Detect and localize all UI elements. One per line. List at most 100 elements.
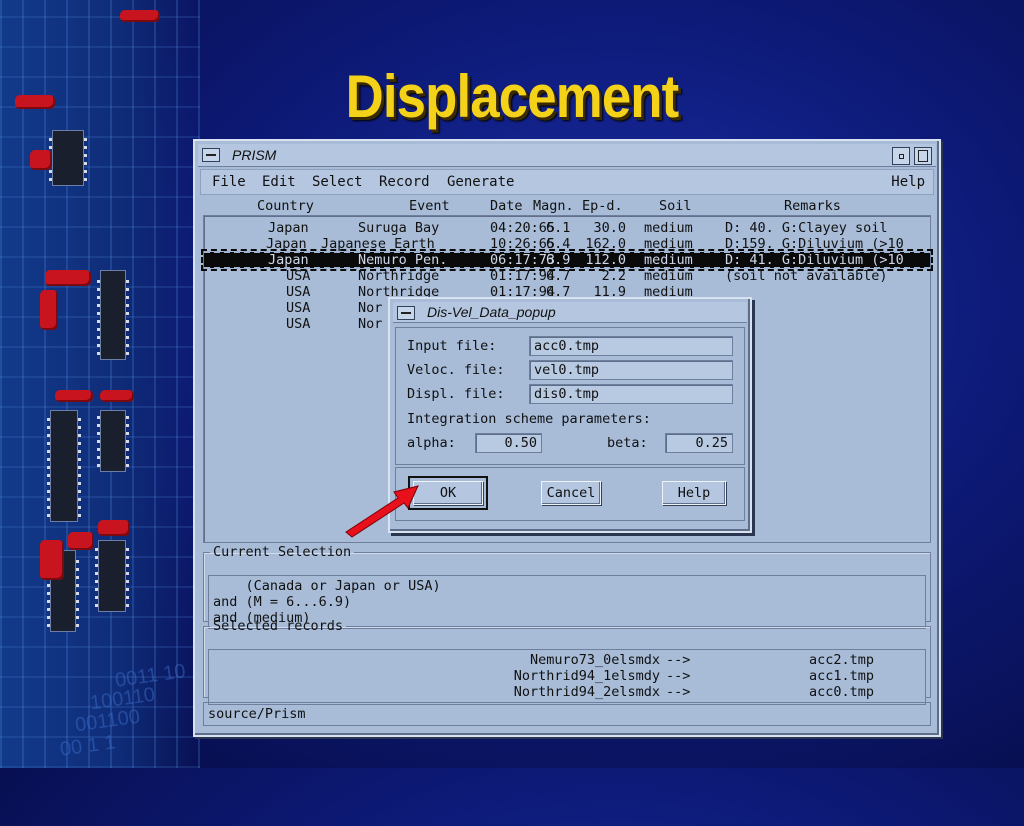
cell-date: 06:17:73 (490, 252, 556, 268)
record-file: acc2.tmp (809, 652, 875, 668)
popup-body: Input file: acc0.tmp Veloc. file: vel0.t… (395, 327, 745, 465)
menu-select[interactable]: Select (312, 174, 363, 190)
cell-country: Japan (268, 252, 309, 268)
menu-help[interactable]: Help (891, 174, 925, 190)
selected-records-group: Selected records Nemuro73_0elsmdx --> ac… (203, 618, 931, 705)
chip-decoration (95, 540, 129, 612)
window-title: PRISM (232, 147, 277, 163)
column-header-epd: Ep-d. (582, 198, 623, 214)
cell-remarks: D: 41. G:Diluvium (>10 (725, 252, 904, 268)
cell-magn: 6.4 (546, 236, 571, 252)
veloc-file-field[interactable]: vel0.tmp (529, 360, 733, 380)
cell-country: USA (286, 300, 311, 316)
minimize-icon[interactable] (892, 147, 910, 165)
beta-label: beta: (607, 435, 648, 451)
table-row[interactable]: Japan Japanese Earth 10:26:65 6.4 162.0 mediu… (204, 236, 930, 252)
window-titlebar[interactable]: PRISM (198, 144, 936, 167)
window-menu-icon[interactable] (202, 148, 220, 162)
cell-country: USA (286, 316, 311, 332)
binary-decoration-text: 00 1 1 (58, 731, 117, 761)
help-button[interactable]: Help (662, 481, 726, 505)
veloc-file-label: Veloc. file: (407, 362, 505, 378)
cell-remarks: D:159. G:Diluvium (>10 (725, 236, 904, 252)
cell-remarks: (soil not available) (725, 268, 888, 284)
cell-epd: 30.0 (593, 220, 626, 236)
input-file-label: Input file: (407, 338, 497, 354)
record-name: Northrid94_2elsmdx (513, 684, 660, 700)
table-row[interactable]: Japan Nemuro Pen. 06:17:73 6.9 112.0 medium D:… (201, 249, 933, 271)
cell-soil: medium (644, 268, 693, 284)
alpha-field[interactable]: 0.50 (475, 433, 542, 453)
selected-records-legend: Selected records (213, 618, 344, 634)
popup-titlebar[interactable]: Dis-Vel_Data_popup (393, 302, 747, 323)
displ-file-label: Displ. file: (407, 386, 505, 402)
cell-magn: 6.7 (546, 268, 571, 284)
record-arrow: --> (666, 684, 691, 700)
resistor-decoration (40, 290, 58, 330)
chip-decoration (47, 410, 81, 522)
dis-vel-popup-dialog: Dis-Vel_Data_popup Input file: acc0.tmp … (388, 297, 752, 533)
record-name: Northrid94_1elsmdy (513, 668, 660, 684)
list-header: Country Event Date Magn. Ep-d. Soil Rema… (203, 198, 931, 214)
input-file-field[interactable]: acc0.tmp (529, 336, 733, 356)
cell-country: USA (286, 284, 311, 300)
column-header-event: Event (409, 198, 450, 214)
cell-epd: 112.0 (585, 252, 626, 268)
selection-line: (Canada or Japan or USA) (213, 578, 441, 594)
table-row[interactable]: Japan Suruga Bay 04:20:65 6.1 30.0 medium D: 4… (204, 220, 930, 236)
popup-title: Dis-Vel_Data_popup (427, 304, 556, 320)
column-header-date: Date (490, 198, 523, 214)
column-header-country: Country (257, 198, 314, 214)
maximize-icon[interactable] (914, 147, 932, 165)
cell-soil: medium (644, 236, 693, 252)
column-header-soil: Soil (659, 198, 692, 214)
current-selection-legend: Current Selection (213, 544, 352, 560)
status-text: source/Prism (208, 706, 306, 722)
alpha-label: alpha: (407, 435, 456, 451)
selected-records-box[interactable]: Nemuro73_0elsmdx --> acc2.tmp Northrid94… (208, 649, 926, 705)
cell-epd: 2.2 (601, 268, 626, 284)
cell-event: Northridge (358, 268, 440, 284)
record-file: acc0.tmp (809, 684, 875, 700)
menu-edit[interactable]: Edit (262, 174, 296, 190)
menu-generate[interactable]: Generate (447, 174, 514, 190)
cell-country: Japan (266, 236, 307, 252)
resistor-decoration (30, 150, 52, 170)
status-bar: source/Prism (203, 702, 931, 726)
ok-button[interactable]: OK (408, 476, 488, 510)
cell-event: Nor (358, 300, 383, 316)
cell-event: Nemuro Pen. (358, 252, 448, 268)
menu-record[interactable]: Record (379, 174, 430, 190)
resistor-decoration (98, 520, 130, 536)
resistor-decoration (45, 270, 91, 286)
resistor-decoration (120, 10, 160, 22)
record-arrow: --> (666, 652, 691, 668)
cell-magn: 6.1 (546, 220, 571, 236)
beta-field[interactable]: 0.25 (665, 433, 733, 453)
column-header-magn: Magn. (533, 198, 574, 214)
resistor-decoration (68, 532, 94, 550)
popup-button-row: OK Cancel Help (395, 467, 745, 521)
cell-country: Japan (268, 220, 309, 236)
cell-remarks: D: 40. G:Clayey soil (725, 220, 888, 236)
cell-event: Suruga Bay (358, 220, 440, 236)
cell-epd: 162.0 (585, 236, 626, 252)
record-file: acc1.tmp (809, 668, 875, 684)
column-header-remarks: Remarks (784, 198, 841, 214)
table-row[interactable]: USA Northridge 01:17:94 6.7 2.2 medium (soil n… (204, 268, 930, 284)
menu-file[interactable]: File (212, 174, 246, 190)
resistor-decoration (15, 95, 55, 109)
cell-magn: 6.9 (546, 252, 571, 268)
slide-title: Displacement (345, 63, 680, 130)
popup-menu-icon[interactable] (397, 306, 415, 320)
resistor-decoration (100, 390, 134, 402)
displ-file-field[interactable]: dis0.tmp (529, 384, 733, 404)
cancel-button[interactable]: Cancel (541, 481, 601, 505)
cell-country: USA (286, 268, 311, 284)
selection-line: and (M = 6...6.9) (213, 594, 352, 610)
cell-soil: medium (644, 220, 693, 236)
chip-decoration (97, 270, 129, 360)
integration-label: Integration scheme parameters: (407, 411, 651, 427)
menu-bar: File Edit Select Record Generate Help (200, 169, 934, 195)
cell-event: Japanese Earth (321, 236, 435, 252)
